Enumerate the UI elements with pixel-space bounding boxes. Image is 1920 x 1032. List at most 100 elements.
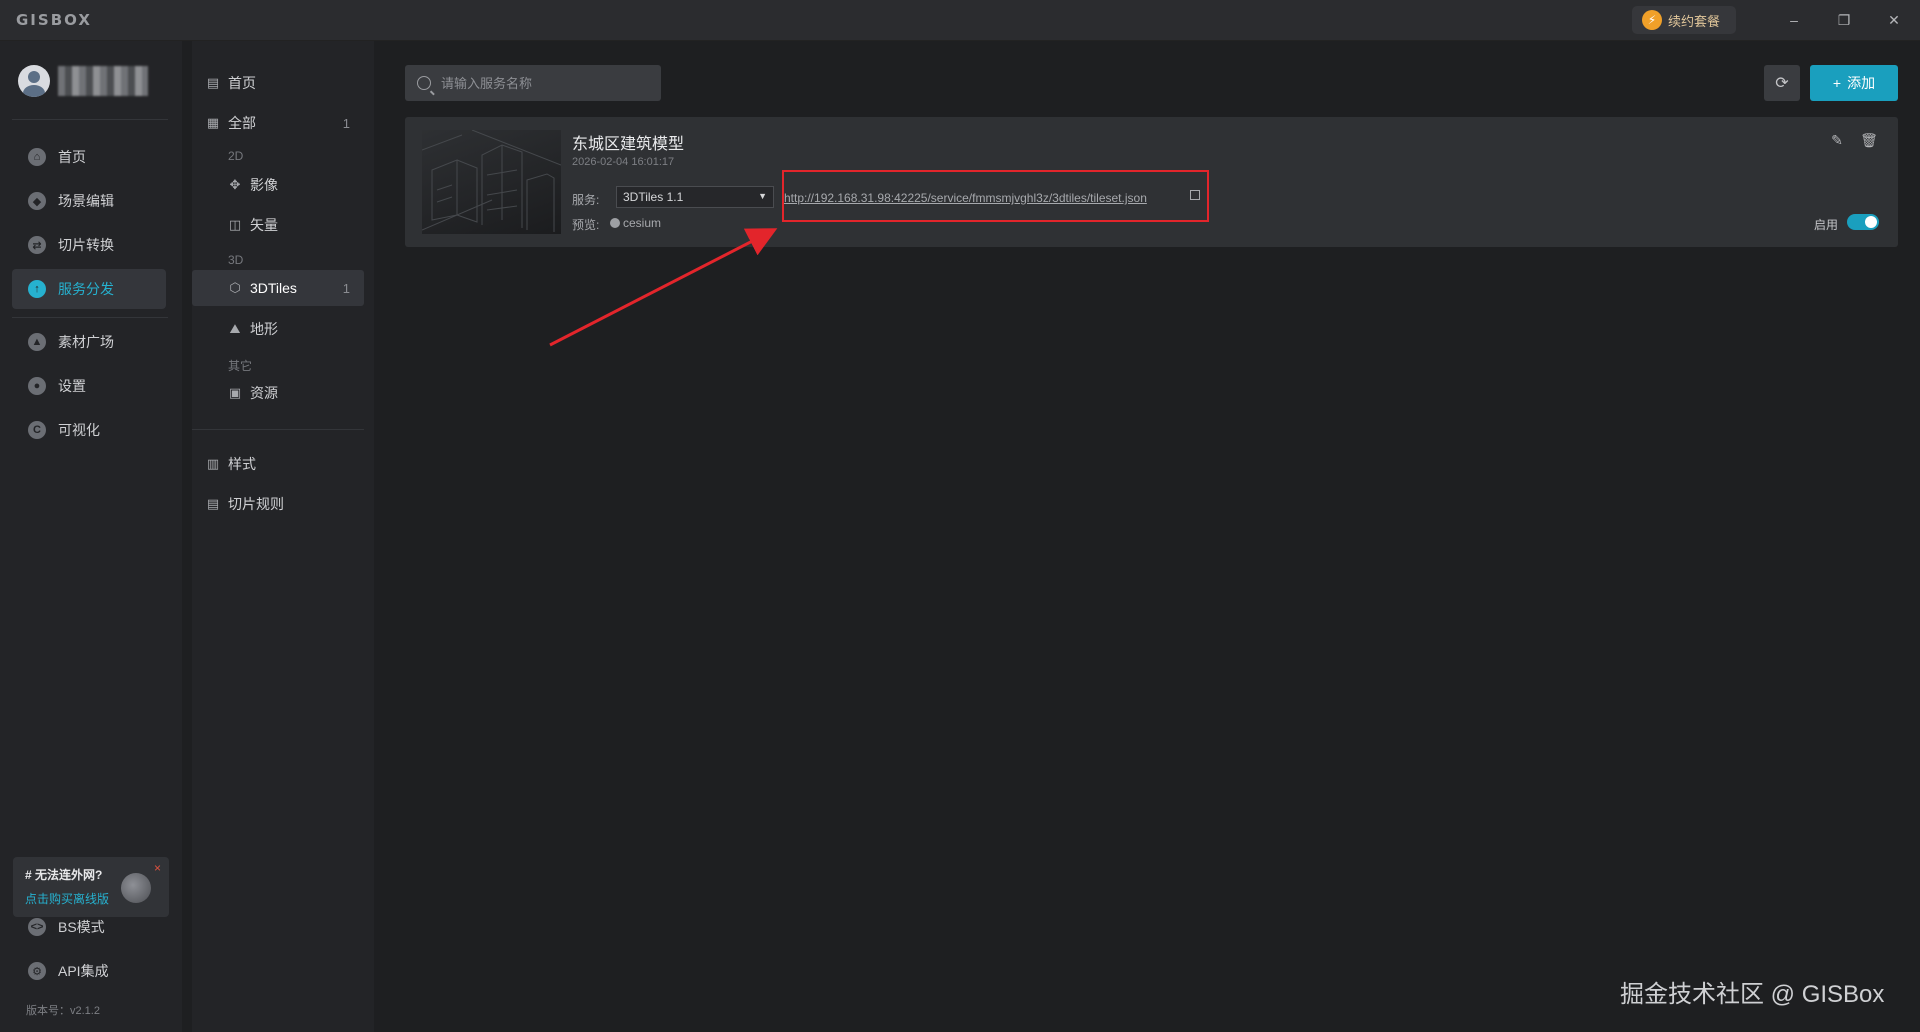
watermark: 掘金技术社区 @ GISBox bbox=[1620, 981, 1885, 1008]
refresh-button[interactable]: ⟳ bbox=[1764, 65, 1800, 101]
nav-item-service-publish[interactable]: ↑ 服务分发 bbox=[12, 269, 166, 309]
service-type-value: 3DTiles 1.1 bbox=[623, 190, 684, 204]
nav-item-scene-edit[interactable]: ◆ 场景编辑 bbox=[12, 181, 166, 221]
code-icon: <> bbox=[28, 918, 46, 936]
nav-label: 设置 bbox=[58, 378, 86, 394]
app-logo: GISBOX bbox=[16, 11, 92, 29]
renew-package-button[interactable]: ⚡ 续约套餐 bbox=[1632, 6, 1736, 34]
category-label: 3DTiles bbox=[250, 280, 297, 296]
category-vector[interactable]: ◫ 矢量 bbox=[192, 207, 364, 243]
category-all[interactable]: ▦ 全部 1 bbox=[192, 105, 364, 141]
close-button[interactable]: ✕ bbox=[1874, 6, 1914, 34]
user-profile[interactable] bbox=[18, 65, 148, 97]
minimize-button[interactable]: – bbox=[1774, 6, 1814, 34]
chevron-down-icon: ▼ bbox=[758, 191, 767, 201]
nav-label: API集成 bbox=[58, 963, 109, 979]
nav-label: 素材广场 bbox=[58, 334, 114, 350]
promo-title: # 无法连外网? bbox=[25, 868, 103, 882]
category-label: 影像 bbox=[250, 177, 278, 193]
nav-item-settings[interactable]: ● 设置 bbox=[12, 366, 166, 406]
page-icon: ▤ bbox=[206, 75, 220, 90]
divider bbox=[192, 429, 364, 430]
category-sidebar: ▤ 首页 ▦ 全部 1 2D ✥ 影像 ◫ 矢量 3D ⬡ 3DTiles 1 … bbox=[192, 41, 374, 1032]
edit-icon[interactable]: ✎ bbox=[1827, 130, 1847, 150]
group-label-3d: 3D bbox=[228, 253, 244, 267]
url-highlight-box bbox=[782, 170, 1209, 222]
nav-label: 服务分发 bbox=[58, 281, 114, 297]
search-input[interactable] bbox=[439, 74, 643, 92]
nav-label: 可视化 bbox=[58, 422, 100, 438]
vector-icon: ◫ bbox=[228, 217, 242, 232]
add-label: 添加 bbox=[1847, 75, 1876, 91]
rule-icon: ▤ bbox=[206, 496, 220, 511]
promo-buy-link[interactable]: 点击购买离线版 bbox=[25, 890, 109, 907]
nav-item-bs-mode[interactable]: <> BS模式 bbox=[12, 907, 166, 947]
nav-label: 切片转换 bbox=[58, 237, 114, 253]
restore-button[interactable]: ❐ bbox=[1824, 6, 1864, 34]
version-label: 版本号：v2.1.2 bbox=[26, 1005, 100, 1017]
image-icon: ▲ bbox=[28, 333, 46, 351]
cesium-icon bbox=[610, 218, 620, 228]
divider bbox=[12, 317, 168, 318]
enable-toggle[interactable] bbox=[1847, 214, 1879, 230]
bolt-icon: ⚡ bbox=[1642, 10, 1662, 30]
group-label-other: 其它 bbox=[228, 359, 253, 373]
nav-label: BS模式 bbox=[58, 919, 105, 935]
close-icon[interactable]: × bbox=[154, 861, 161, 875]
category-3dtiles[interactable]: ⬡ 3DTiles 1 bbox=[192, 270, 364, 306]
api-icon: ⚙ bbox=[28, 962, 46, 980]
nav-item-asset-square[interactable]: ▲ 素材广场 bbox=[12, 322, 166, 362]
left-sidebar: ⌂ 首页 ◆ 场景编辑 ⇄ 切片转换 ↑ 服务分发 ▲ 素材广场 ● 设置 C … bbox=[0, 41, 182, 1032]
search-box[interactable] bbox=[405, 65, 661, 101]
delete-icon[interactable]: 🗑 bbox=[1859, 130, 1879, 150]
service-type-label: 服务: bbox=[572, 193, 600, 207]
nav-item-tile-convert[interactable]: ⇄ 切片转换 bbox=[12, 225, 166, 265]
category-terrain[interactable]: ⛰ 地形 bbox=[192, 311, 364, 347]
style-icon: ▥ bbox=[206, 456, 220, 471]
category-resource[interactable]: ▣ 资源 bbox=[192, 375, 364, 411]
plus-icon: + bbox=[1832, 75, 1842, 91]
home-icon: ⌂ bbox=[28, 148, 46, 166]
preview-label: 预览: bbox=[572, 218, 600, 232]
avatar bbox=[18, 65, 50, 97]
divider bbox=[12, 119, 168, 120]
satellite-icon bbox=[121, 873, 151, 903]
refresh-icon: ⟳ bbox=[1775, 75, 1789, 92]
category-label: 切片规则 bbox=[228, 496, 284, 512]
grid-icon: ▦ bbox=[206, 115, 220, 130]
category-label: 首页 bbox=[228, 75, 256, 91]
nav-item-visualize[interactable]: C 可视化 bbox=[12, 410, 166, 450]
imagery-icon: ✥ bbox=[229, 177, 241, 192]
settings-icon: ● bbox=[28, 377, 46, 395]
category-count: 1 bbox=[342, 115, 350, 131]
preview-cesium-link[interactable]: cesium bbox=[623, 216, 661, 230]
service-name: 东城区建筑模型 bbox=[572, 136, 685, 153]
cube-icon: ◆ bbox=[28, 192, 46, 210]
building-thumbnail-icon bbox=[422, 130, 561, 232]
service-thumbnail bbox=[422, 130, 561, 234]
terrain-icon: ⛰ bbox=[229, 321, 241, 336]
category-label: 地形 bbox=[250, 321, 278, 337]
category-style[interactable]: ▥ 样式 bbox=[192, 446, 364, 482]
visualize-icon: C bbox=[28, 421, 46, 439]
nav-item-home[interactable]: ⌂ 首页 bbox=[12, 137, 166, 177]
add-button[interactable]: + 添加 bbox=[1810, 65, 1898, 101]
category-label: 全部 bbox=[228, 115, 256, 131]
category-count: 1 bbox=[342, 280, 350, 296]
convert-icon: ⇄ bbox=[28, 236, 46, 254]
category-label: 资源 bbox=[250, 385, 278, 401]
cube-icon: ⬡ bbox=[229, 280, 241, 295]
nav-label: 首页 bbox=[58, 149, 86, 165]
category-label: 样式 bbox=[228, 456, 256, 472]
nav-item-api[interactable]: ⚙ API集成 bbox=[12, 951, 166, 991]
search-icon bbox=[417, 76, 431, 90]
upload-icon: ↑ bbox=[28, 280, 46, 298]
renew-label: 续约套餐 bbox=[1668, 13, 1721, 29]
service-type-select[interactable]: 3DTiles 1.1 ▼ bbox=[616, 186, 774, 208]
username-pixelated bbox=[58, 66, 148, 96]
group-label-2d: 2D bbox=[228, 149, 244, 163]
category-imagery[interactable]: ✥ 影像 bbox=[192, 167, 364, 203]
category-home[interactable]: ▤ 首页 bbox=[192, 65, 364, 101]
category-tiling-rule[interactable]: ▤ 切片规则 bbox=[192, 486, 364, 522]
resource-icon: ▣ bbox=[228, 385, 242, 400]
